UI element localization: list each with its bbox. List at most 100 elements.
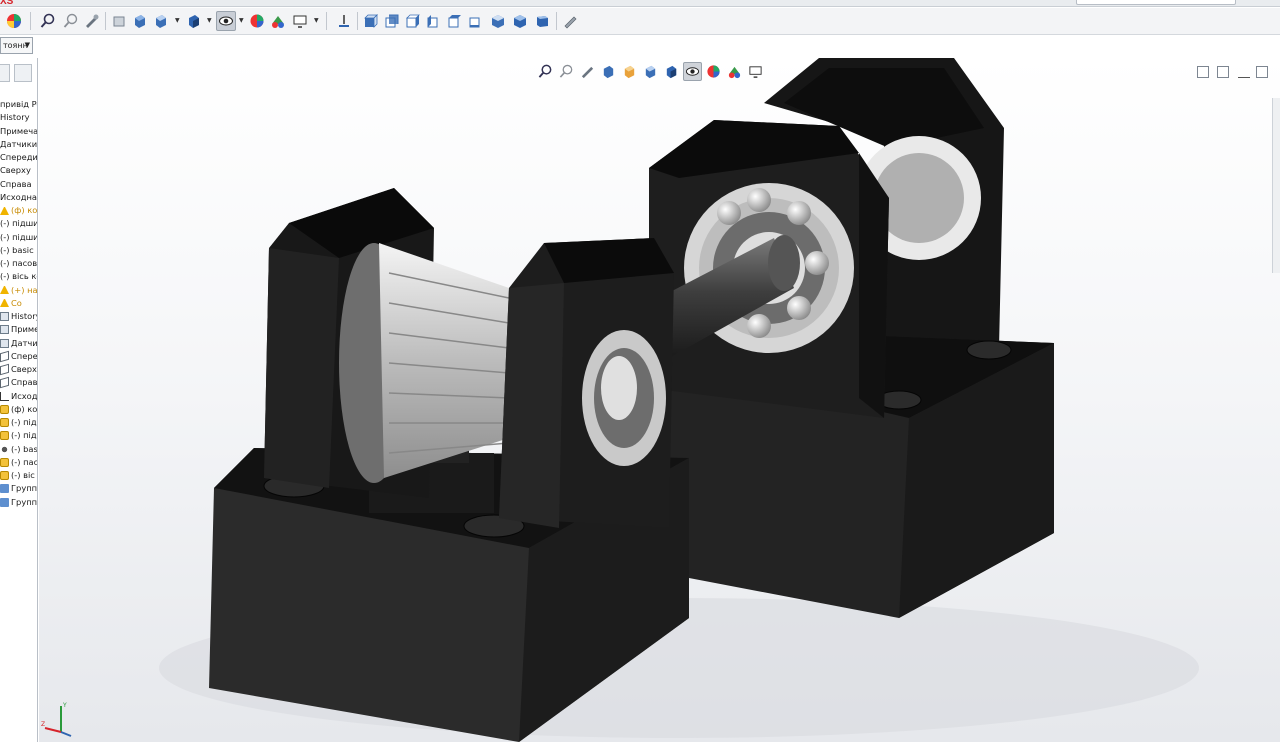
tree-item-label: Датчики — [0, 138, 38, 149]
tree-item[interactable]: (-) підши — [0, 217, 37, 230]
tree-item[interactable]: Примечан — [0, 125, 38, 138]
tree-item-label: (-) basic ir — [0, 244, 38, 255]
tree-item[interactable]: Справ — [0, 376, 38, 389]
tree-item[interactable]: Группа — [0, 482, 38, 495]
bottom-view-icon[interactable] — [466, 11, 486, 31]
part-icon — [0, 471, 9, 481]
right-view-icon[interactable] — [424, 11, 444, 31]
part-icon — [0, 404, 9, 414]
warning-icon — [0, 206, 9, 215]
model-render — [159, 58, 1199, 742]
previous-view-icon[interactable] — [82, 11, 102, 31]
graphics-viewport[interactable]: Y Z — [39, 58, 1280, 742]
tree-item-label: Спере — [11, 350, 38, 361]
tree-item-label: Примечан — [0, 125, 38, 136]
tree-item-label: привід Pe — [0, 99, 38, 110]
front-view-icon[interactable] — [361, 11, 381, 31]
apply-scene-icon[interactable] — [268, 11, 288, 31]
tree-item[interactable]: Сверху — [0, 164, 37, 177]
tree-item[interactable]: (-) під — [0, 429, 37, 442]
search-input[interactable] — [1076, 0, 1236, 5]
chevron-down-icon[interactable]: ▼ — [175, 18, 181, 24]
tree-item[interactable]: (-) вісь ко — [0, 270, 38, 283]
tree-item-label: (-) вісь ко — [0, 271, 38, 282]
group-icon — [0, 497, 9, 507]
zoom-to-fit-icon[interactable] — [38, 11, 58, 31]
tree-item[interactable]: (-) basic ir — [0, 244, 38, 257]
left-view-icon[interactable] — [403, 11, 423, 31]
tree-item-label: (-) bas — [11, 443, 38, 454]
chevron-down-icon[interactable]: ▼ — [207, 18, 213, 24]
view-toolbar: ▼ ▼ ▼ ▼ — [0, 8, 1280, 35]
warning-icon — [0, 286, 9, 295]
tree-item[interactable]: Спереди — [0, 151, 37, 164]
tree-item-label: Справ — [11, 377, 38, 388]
chevron-down-icon[interactable]: ▼ — [239, 18, 245, 24]
tree-item[interactable]: (-) підши — [0, 231, 37, 244]
appearance-icon[interactable] — [4, 11, 24, 31]
panel-tabs — [0, 61, 37, 83]
pin-icon — [0, 444, 9, 454]
origin-icon — [0, 391, 9, 401]
tree-item-label: (ф) кор — [11, 403, 38, 414]
warning-icon — [0, 299, 9, 308]
tree-item[interactable]: (ф) кор — [0, 204, 38, 217]
isometric-view-icon[interactable] — [488, 11, 508, 31]
tree-item-label: Приме — [11, 324, 38, 335]
tree-item-label: (ф) кор — [11, 205, 38, 216]
plane-icon — [0, 350, 9, 363]
tree-item[interactable]: Приме — [0, 323, 38, 336]
chevron-down-icon[interactable]: ▼ — [314, 18, 320, 24]
feature-tree-tab[interactable] — [0, 64, 10, 82]
tree-item-label: History — [0, 112, 30, 123]
tree-item[interactable]: (+) на — [0, 284, 37, 297]
measure-icon[interactable] — [560, 11, 580, 31]
plane-icon — [0, 377, 9, 389]
tree-item[interactable]: Сверху — [0, 363, 37, 376]
tree-item[interactable]: Группа — [0, 496, 37, 509]
tree-item-label: History — [11, 311, 38, 322]
tree-item-label: Группа — [11, 483, 38, 494]
tree-item[interactable]: Исході — [0, 390, 37, 403]
hide-show-items-icon[interactable] — [216, 11, 236, 31]
trimetric-view-icon[interactable] — [510, 11, 530, 31]
feature-manager-panel: привід Pe History Примечан Датчики Спереди Св… — [0, 58, 38, 742]
zoom-area-icon[interactable] — [61, 11, 81, 31]
property-manager-tab[interactable] — [14, 64, 32, 82]
back-view-icon[interactable] — [382, 11, 402, 31]
tree-item-label: Справа — [0, 178, 32, 189]
part-icon — [0, 418, 9, 428]
tree-item[interactable]: Исходная — [0, 191, 37, 204]
normal-to-icon[interactable] — [334, 11, 354, 31]
view-orientation-icon[interactable] — [151, 11, 171, 31]
tree-item[interactable]: привід Pe — [0, 98, 38, 111]
dynamic-annotation-icon[interactable] — [130, 11, 150, 31]
tree-item[interactable]: (ф) кор — [0, 403, 38, 416]
chevron-down-icon: ▼ — [24, 41, 30, 49]
tree-item[interactable]: Спере — [0, 350, 38, 363]
edit-appearance-icon[interactable] — [247, 11, 267, 31]
tree-item[interactable]: Датчи — [0, 337, 38, 350]
display-state-dropdown[interactable]: тоянн ▼ — [0, 37, 33, 54]
tree-item[interactable]: History — [0, 310, 38, 323]
section-view-icon[interactable] — [109, 11, 129, 31]
tree-item[interactable]: Справа — [0, 178, 37, 191]
tree-item[interactable]: (-) пасове — [0, 257, 38, 270]
dimetric-view-icon[interactable] — [532, 11, 552, 31]
sensor-icon — [0, 338, 9, 348]
tree-item[interactable]: (-) пас — [0, 456, 37, 469]
tree-item[interactable]: (-) bas — [0, 443, 38, 456]
tree-item[interactable]: Co — [0, 297, 37, 310]
tree-item[interactable]: Датчики — [0, 138, 38, 151]
tree-item-label: Датчи — [11, 337, 38, 348]
top-view-icon[interactable] — [445, 11, 465, 31]
tree-item-label: (-) пасове — [0, 258, 38, 269]
group-icon — [0, 484, 9, 494]
toolbar-separator — [357, 12, 358, 30]
tree-item[interactable]: (-) під — [0, 416, 37, 429]
view-settings-icon[interactable] — [290, 11, 310, 31]
title-bar: XS — [0, 0, 1280, 7]
display-style-icon[interactable] — [184, 11, 204, 31]
tree-item[interactable]: History — [0, 111, 37, 124]
tree-item[interactable]: (-) віс — [0, 469, 37, 482]
